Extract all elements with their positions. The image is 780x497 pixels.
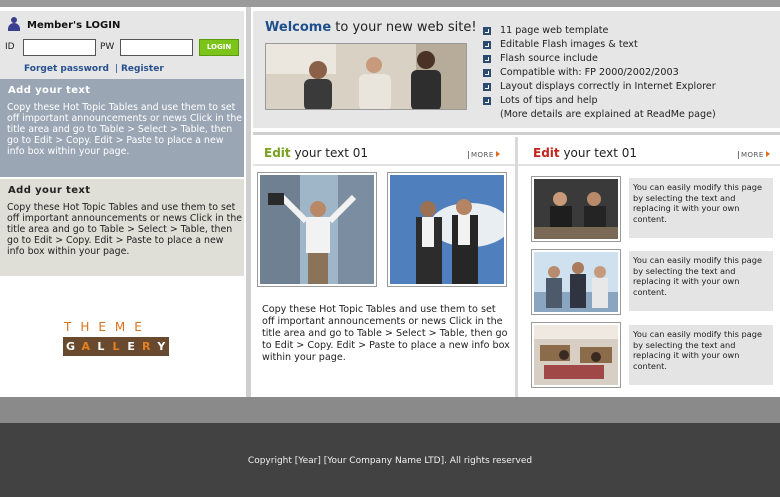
feature-list: 11 page web template Editable Flash imag… xyxy=(483,24,716,122)
logo-letter: A xyxy=(81,340,90,353)
logo-letter: G xyxy=(66,340,76,353)
footer: Copyright [Year] [Your Company Name LTD]… xyxy=(0,423,780,497)
check-bullet-icon xyxy=(483,83,491,91)
welcome-accent: Welcome xyxy=(265,20,332,35)
top-stripe xyxy=(0,0,780,7)
welcome-photo xyxy=(265,43,467,110)
right-header-accent: Edit xyxy=(533,146,560,160)
pw-label: PW xyxy=(100,42,115,52)
welcome-panel: Welcome to your new web site! 11 page we… xyxy=(253,11,780,128)
welcome-title: Welcome to your new web site! xyxy=(265,20,477,35)
column-divider xyxy=(515,137,518,397)
middle-body-text: Copy these Hot Topic Tables and use them… xyxy=(262,304,510,363)
more-link[interactable]: MORE xyxy=(468,151,500,159)
box-text: Copy these Hot Topic Tables and use them… xyxy=(7,102,243,157)
logo-gallery-band: G A L L E R Y xyxy=(63,337,169,356)
check-bullet-icon xyxy=(483,55,491,63)
middle-header: Edit your text 01 xyxy=(264,146,368,160)
list-item: Editable Flash images & text xyxy=(483,38,716,52)
check-bullet-icon xyxy=(483,69,491,77)
box-text: Copy these Hot Topic Tables and use them… xyxy=(7,202,243,257)
column-divider xyxy=(246,7,251,397)
copyright-text: Copyright [Year] [Your Company Name LTD]… xyxy=(247,456,533,466)
horizontal-divider xyxy=(253,132,780,135)
left-column: Member's LOGIN ID PW LOGIN Forget passwo… xyxy=(0,7,246,397)
logo-theme-text: THEME xyxy=(64,320,151,334)
check-bullet-icon xyxy=(483,27,491,35)
box-title[interactable]: Add your text xyxy=(8,85,90,96)
link-divider: | xyxy=(115,64,119,74)
more-link[interactable]: MORE xyxy=(738,151,770,159)
box-title[interactable]: Add your text xyxy=(8,185,90,196)
business-man-photo xyxy=(257,172,377,287)
businessmen-airplane-photo xyxy=(387,172,510,287)
password-input[interactable] xyxy=(120,39,193,56)
hot-topic-box-2: Add your text Copy these Hot Topic Table… xyxy=(0,179,244,276)
check-bullet-icon xyxy=(483,41,491,49)
login-panel: Member's LOGIN ID PW LOGIN Forget passwo… xyxy=(0,11,244,81)
middle-header-rest: your text 01 xyxy=(290,146,369,160)
list-item: Layout displays correctly in Internet Ex… xyxy=(483,80,716,94)
list-item: (More details are explained at ReadMe pa… xyxy=(500,109,716,120)
forget-password-link[interactable]: Forget password xyxy=(24,64,109,74)
logo-letter: R xyxy=(142,340,151,353)
logo-letter: Y xyxy=(157,340,166,353)
list-item: Compatible with: FP 2000/2002/2003 xyxy=(483,66,716,80)
horizontal-divider xyxy=(518,164,780,166)
list-item: Lots of tips and help xyxy=(483,94,716,108)
footer-top-bar xyxy=(0,397,780,423)
id-input[interactable] xyxy=(23,39,96,56)
id-label: ID xyxy=(5,42,15,52)
register-link[interactable]: Register xyxy=(121,64,164,74)
office-desks-photo xyxy=(531,322,621,388)
theme-gallery-logo[interactable]: THEME G A L L E R Y xyxy=(63,320,169,356)
login-button[interactable]: LOGIN xyxy=(199,39,239,56)
office-call-photo xyxy=(531,176,621,242)
login-title: Member's LOGIN xyxy=(27,20,121,31)
horizontal-divider xyxy=(253,164,515,166)
logo-letter: E xyxy=(127,340,135,353)
right-note-2: You can easily modify this page by selec… xyxy=(629,251,773,311)
list-item: 11 page web template xyxy=(483,24,716,38)
list-item: Flash source include xyxy=(483,52,716,66)
team-outdoor-photo xyxy=(531,249,621,315)
middle-header-accent: Edit xyxy=(264,146,291,160)
logo-letter: L xyxy=(97,340,105,353)
hot-topic-box-1: Add your text Copy these Hot Topic Table… xyxy=(0,79,244,177)
right-header: Edit your text 01 xyxy=(533,146,637,160)
logo-letter: L xyxy=(112,340,120,353)
member-icon xyxy=(8,17,20,31)
right-note-3: You can easily modify this page by selec… xyxy=(629,325,773,385)
right-header-rest: your text 01 xyxy=(559,146,638,160)
check-bullet-icon xyxy=(483,97,491,105)
welcome-title-rest: to your new web site! xyxy=(331,20,477,35)
right-note-1: You can easily modify this page by selec… xyxy=(629,178,773,238)
